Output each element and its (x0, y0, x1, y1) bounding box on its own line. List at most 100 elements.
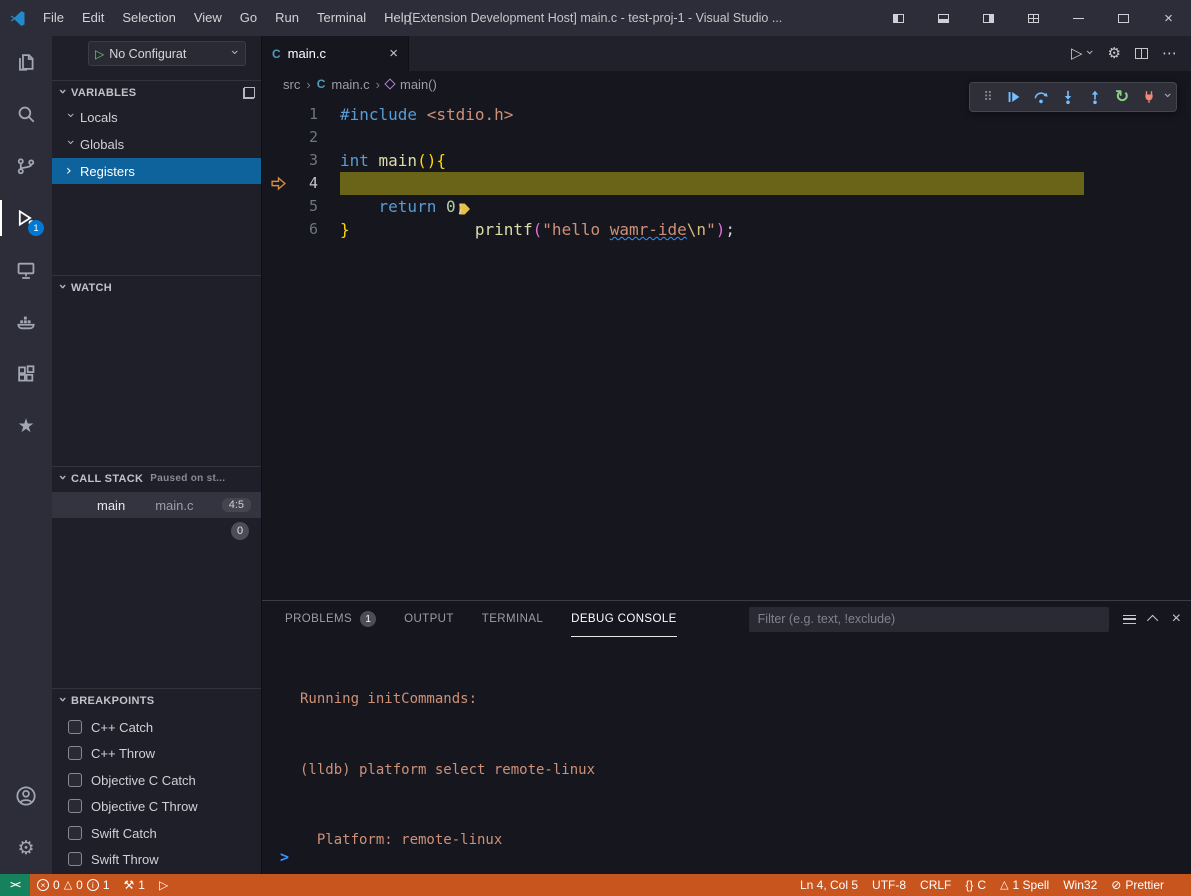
variables-registers[interactable]: › Registers (52, 158, 261, 184)
breadcrumb-file[interactable]: main.c (331, 77, 369, 92)
tab-close-icon[interactable]: × (389, 45, 398, 62)
split-editor-icon[interactable] (1135, 48, 1148, 59)
activity-remote-explorer[interactable] (0, 244, 52, 296)
code-area[interactable]: 1 #include <stdio.h> 2 3 int main(){ 4 (262, 97, 1191, 241)
activity-search[interactable] (0, 88, 52, 140)
disconnect-button[interactable] (1136, 84, 1162, 110)
stack-frame-row[interactable]: main main.c 4:5 (52, 492, 261, 518)
spell-checker-status[interactable]: △ 1 Spell (993, 874, 1056, 896)
platform-status[interactable]: Win32 (1056, 874, 1104, 896)
step-out-button[interactable] (1082, 84, 1108, 110)
close-button[interactable]: × (1146, 0, 1191, 36)
checkbox[interactable] (68, 826, 82, 840)
debug-config-dropdown[interactable]: ▷ No Configurat › (88, 41, 246, 66)
chevron-down-icon: › (56, 696, 70, 705)
breadcrumb-symbol[interactable]: main() (400, 77, 437, 92)
step-over-button[interactable] (1028, 84, 1054, 110)
problems-status[interactable]: × 0 △ 0 i 1 (30, 874, 117, 896)
drag-grip-icon[interactable]: ⠿ (974, 84, 1000, 110)
checkbox[interactable] (68, 746, 82, 760)
code-line-3[interactable]: 3 int main(){ (262, 149, 1191, 172)
toggle-panel-icon[interactable] (921, 0, 966, 36)
tools-status[interactable]: ⚒ 1 (117, 874, 152, 896)
more-actions-icon[interactable]: ⋯ (1162, 46, 1177, 61)
menu-edit[interactable]: Edit (73, 0, 113, 36)
settings-gear-icon[interactable]: ⚙ (1108, 46, 1121, 61)
console-line: Platform: remote-linux (300, 829, 1191, 853)
checkbox[interactable] (68, 799, 82, 813)
tab-problems[interactable]: PROBLEMS 1 (285, 601, 376, 637)
info-icon: i (87, 879, 99, 891)
debug-console-output[interactable]: Running initCommands: (lldb) platform se… (262, 641, 1191, 844)
tab-output[interactable]: OUTPUT (404, 601, 454, 637)
watch-section-header[interactable]: › WATCH (52, 275, 261, 299)
menu-run[interactable]: Run (266, 0, 308, 36)
breakpoint-objc-throw[interactable]: Objective C Throw (52, 793, 261, 819)
debug-session-chevron-icon[interactable]: › (1161, 93, 1175, 102)
collapse-all-icon[interactable] (243, 87, 255, 99)
tab-terminal[interactable]: TERMINAL (482, 601, 543, 637)
checkbox[interactable] (68, 852, 82, 866)
encoding[interactable]: UTF-8 (865, 874, 913, 896)
cursor-position[interactable]: Ln 4, Col 5 (793, 874, 865, 896)
menu-go[interactable]: Go (231, 0, 266, 36)
checkbox[interactable] (68, 720, 82, 734)
maximize-panel-icon[interactable] (1147, 615, 1158, 626)
continue-button[interactable] (1001, 84, 1027, 110)
call-stack-section-header[interactable]: › CALL STACK Paused on st... (52, 466, 261, 490)
activity-settings[interactable]: ⚙ (0, 822, 52, 874)
activity-accounts[interactable] (0, 770, 52, 822)
close-panel-icon[interactable]: × (1172, 610, 1181, 628)
code-line-4-current[interactable]: 4 printf("hello wamr-ide\n"); (262, 172, 1191, 195)
output-options-icon[interactable] (1123, 615, 1136, 624)
menu-file[interactable]: File (34, 0, 73, 36)
toggle-secondary-sidebar-icon[interactable] (966, 0, 1011, 36)
menubar: File Edit Selection View Go Run Terminal… (34, 0, 420, 36)
registers-label: Registers (80, 164, 135, 179)
variables-globals[interactable]: › Globals (52, 131, 261, 157)
toggle-sidebar-icon[interactable] (876, 0, 921, 36)
restart-button[interactable]: ↻ (1109, 84, 1135, 110)
breakpoint-cpp-catch[interactable]: C++ Catch (52, 714, 261, 740)
console-filter-input[interactable] (749, 607, 1109, 632)
debug-stopped-arrow-icon[interactable] (262, 172, 302, 195)
activity-docker[interactable] (0, 296, 52, 348)
eol-sequence[interactable]: CRLF (913, 874, 958, 896)
breakpoint-cpp-throw[interactable]: C++ Throw (52, 740, 261, 766)
run-or-debug-button[interactable]: ▷› (1071, 46, 1094, 61)
menu-selection[interactable]: Selection (113, 0, 184, 36)
breakpoint-objc-catch[interactable]: Objective C Catch (52, 767, 261, 793)
minimize-button[interactable] (1056, 0, 1101, 36)
code-line-5[interactable]: 5 return 0; (262, 195, 1191, 218)
language-mode[interactable]: {} C (958, 874, 993, 896)
breakpoint-label: Swift Throw (91, 852, 159, 867)
activity-explorer[interactable] (0, 36, 52, 88)
breakpoint-swift-throw[interactable]: Swift Throw (52, 846, 261, 872)
notifications-bell-icon[interactable] (1171, 879, 1185, 892)
breadcrumb-folder[interactable]: src (283, 77, 300, 92)
checkbox[interactable] (68, 773, 82, 787)
start-debug-icon[interactable]: ▷ (95, 47, 104, 61)
panel-header: PROBLEMS 1 OUTPUT TERMINAL DEBUG CONSOLE… (262, 601, 1191, 637)
tab-debug-console[interactable]: DEBUG CONSOLE (571, 601, 677, 637)
menu-view[interactable]: View (185, 0, 231, 36)
breakpoint-swift-catch[interactable]: Swift Catch (52, 820, 261, 846)
activity-source-control[interactable] (0, 140, 52, 192)
customize-layout-icon[interactable] (1011, 0, 1056, 36)
debug-status[interactable]: ▷ (152, 874, 175, 896)
tab-main-c[interactable]: C main.c × (262, 36, 409, 71)
remote-indicator[interactable]: >< (0, 874, 30, 896)
maximize-button[interactable] (1101, 0, 1146, 36)
formatter-status[interactable]: ⊘ Prettier (1104, 874, 1171, 896)
code-line-2[interactable]: 2 (262, 126, 1191, 149)
console-input-prompt[interactable]: > (280, 848, 289, 866)
activity-extensions[interactable] (0, 348, 52, 400)
variables-locals[interactable]: › Locals (52, 104, 261, 130)
console-line: (lldb) platform select remote-linux (300, 759, 1191, 783)
step-into-button[interactable] (1055, 84, 1081, 110)
menu-terminal[interactable]: Terminal (308, 0, 375, 36)
activity-run-and-debug[interactable]: 1 (0, 192, 52, 244)
breakpoints-section-header[interactable]: › BREAKPOINTS (52, 688, 261, 712)
activity-wamr-extension[interactable]: ★ (0, 400, 52, 452)
variables-section-header[interactable]: › VARIABLES (52, 80, 261, 104)
